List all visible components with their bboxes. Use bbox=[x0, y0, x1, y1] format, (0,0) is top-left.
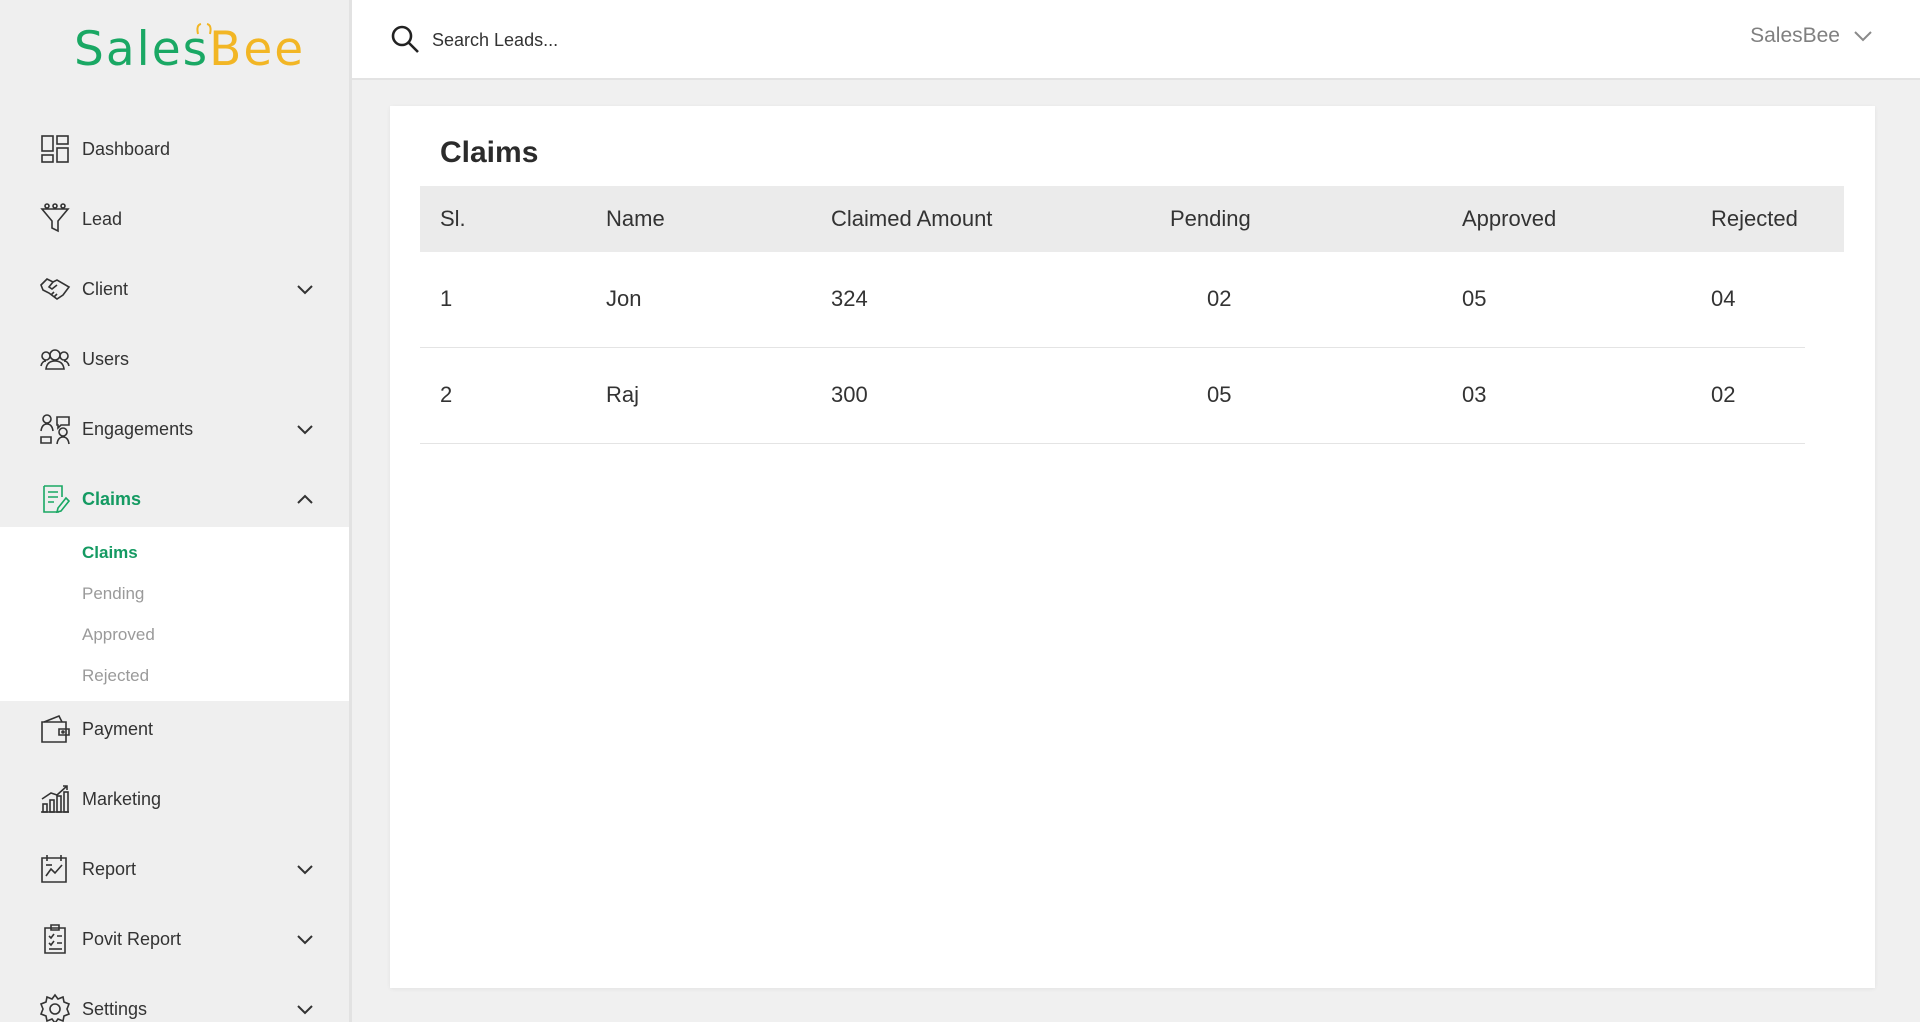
logo-text-ee: ee bbox=[243, 22, 306, 77]
cell-pending: 02 bbox=[1207, 286, 1232, 311]
report-icon bbox=[38, 852, 72, 886]
column-header-claimed-amount[interactable]: Claimed Amount bbox=[831, 206, 992, 232]
cell-claimed-amount: 324 bbox=[831, 286, 868, 311]
claims-card: Claims Sl. Name Claimed Amount Pending A… bbox=[390, 106, 1875, 988]
submenu-item-pending[interactable]: Pending bbox=[82, 584, 144, 604]
chevron-down-icon[interactable] bbox=[294, 418, 316, 440]
sidebar-item-settings[interactable]: Settings bbox=[0, 981, 349, 1022]
top-bar: SalesBee bbox=[352, 0, 1920, 80]
gear-icon bbox=[38, 992, 72, 1022]
sidebar-item-client[interactable]: Client bbox=[0, 261, 349, 317]
engagements-icon bbox=[38, 412, 72, 446]
user-menu[interactable]: SalesBee bbox=[1750, 24, 1874, 48]
column-header-name[interactable]: Name bbox=[606, 206, 665, 232]
submenu-item-approved[interactable]: Approved bbox=[82, 625, 155, 645]
users-icon bbox=[38, 342, 72, 376]
sidebar-item-marketing[interactable]: Marketing bbox=[0, 771, 349, 827]
sidebar-item-payment[interactable]: Payment bbox=[0, 701, 349, 757]
chevron-down-icon[interactable] bbox=[294, 278, 316, 300]
column-header-pending[interactable]: Pending bbox=[1170, 206, 1251, 232]
table-row[interactable]: 2 Raj 300 05 03 02 bbox=[420, 348, 1805, 444]
submenu-item-rejected[interactable]: Rejected bbox=[82, 666, 149, 686]
sidebar-item-users[interactable]: Users bbox=[0, 331, 349, 387]
search-icon[interactable] bbox=[390, 24, 420, 54]
search-input[interactable] bbox=[432, 22, 932, 58]
funnel-icon bbox=[38, 202, 72, 236]
salesbee-logo[interactable]: SalesBee bbox=[74, 26, 305, 73]
cell-rejected: 04 bbox=[1711, 286, 1736, 311]
column-header-rejected[interactable]: Rejected bbox=[1711, 206, 1798, 232]
sidebar-item-povit-report[interactable]: Povit Report bbox=[0, 911, 349, 967]
chevron-up-icon[interactable] bbox=[294, 488, 316, 510]
cell-name: Jon bbox=[606, 286, 642, 311]
cell-rejected: 02 bbox=[1711, 382, 1736, 407]
column-header-sl[interactable]: Sl. bbox=[440, 206, 466, 232]
sidebar-item-label: Lead bbox=[82, 208, 123, 229]
sidebar-item-label: Engagements bbox=[82, 418, 194, 439]
handshake-icon bbox=[38, 272, 72, 306]
bar-chart-icon bbox=[38, 782, 72, 816]
cell-claimed-amount: 300 bbox=[831, 382, 868, 407]
claims-icon bbox=[38, 482, 72, 516]
claims-submenu: Claims Pending Approved Rejected bbox=[0, 527, 349, 701]
sidebar-item-label: Claims bbox=[82, 488, 142, 509]
column-header-approved[interactable]: Approved bbox=[1462, 206, 1556, 232]
user-name: SalesBee bbox=[1750, 24, 1840, 47]
table-row[interactable]: 1 Jon 324 02 05 04 bbox=[420, 252, 1805, 348]
logo-text-sales: Sales bbox=[74, 22, 210, 77]
cell-name: Raj bbox=[606, 382, 640, 407]
table-header: Sl. Name Claimed Amount Pending Approved… bbox=[420, 186, 1844, 252]
clipboard-icon bbox=[38, 922, 72, 956]
sidebar-item-lead[interactable]: Lead bbox=[0, 191, 349, 247]
chevron-down-icon[interactable] bbox=[294, 998, 316, 1020]
page-title: Claims bbox=[440, 136, 539, 169]
cell-sl: 2 bbox=[440, 382, 453, 407]
cell-approved: 03 bbox=[1462, 382, 1487, 407]
chevron-down-icon[interactable] bbox=[294, 858, 316, 880]
dashboard-icon bbox=[38, 132, 72, 166]
chevron-down-icon bbox=[1854, 31, 1872, 42]
sidebar-item-label: Marketing bbox=[82, 788, 162, 809]
bee-antenna-icon bbox=[196, 23, 212, 35]
sidebar-item-label: Users bbox=[82, 348, 130, 369]
sidebar-item-label: Povit Report bbox=[82, 928, 182, 949]
sidebar-item-label: Payment bbox=[82, 718, 154, 739]
chevron-down-icon[interactable] bbox=[294, 928, 316, 950]
cell-sl: 1 bbox=[440, 286, 453, 311]
sidebar-item-claims[interactable]: Claims bbox=[0, 471, 349, 527]
cell-pending: 05 bbox=[1207, 382, 1232, 407]
submenu-item-claims[interactable]: Claims bbox=[82, 543, 138, 563]
cell-approved: 05 bbox=[1462, 286, 1487, 311]
wallet-icon bbox=[38, 712, 72, 746]
sidebar: SalesBee Dashboard Lead Client Users Eng… bbox=[0, 0, 352, 1022]
sidebar-item-label: Dashboard bbox=[82, 138, 171, 159]
sidebar-item-dashboard[interactable]: Dashboard bbox=[0, 121, 349, 177]
sidebar-item-label: Client bbox=[82, 278, 129, 299]
sidebar-item-label: Report bbox=[82, 858, 137, 879]
sidebar-item-engagements[interactable]: Engagements bbox=[0, 401, 349, 457]
sidebar-item-report[interactable]: Report bbox=[0, 841, 349, 897]
sidebar-item-label: Settings bbox=[82, 998, 148, 1019]
